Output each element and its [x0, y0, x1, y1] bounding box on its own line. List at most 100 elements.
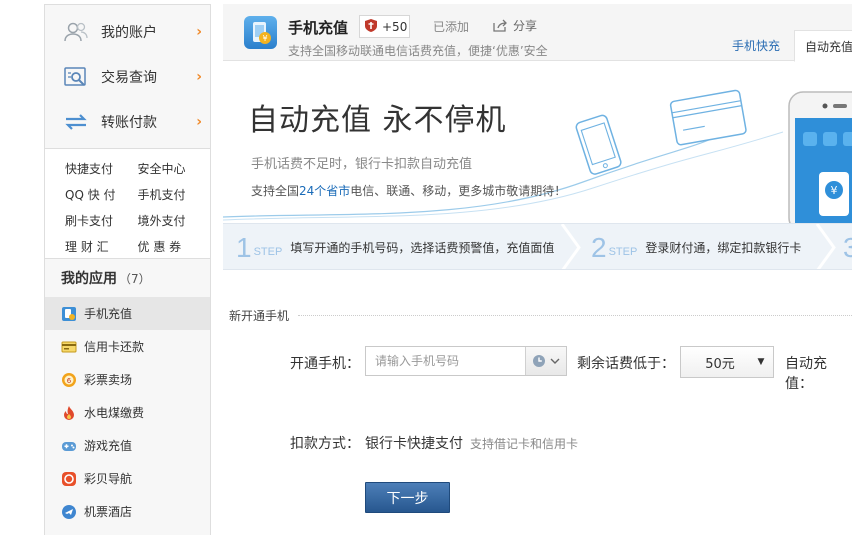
sidebar-main-nav: 我的账户 › 交易查询 › 转账付款 › — [45, 5, 210, 149]
quick-links-row: 刷卡支付 境外支付 — [65, 207, 210, 233]
quick-links-row: 理 财 汇 优 惠 券 — [65, 233, 210, 259]
app-item-plane-hotel[interactable]: 机票酒店 — [45, 495, 210, 528]
steps-bar: 1 STEP 填写开通的手机号码，选择话费预警值，充值面值 2 STEP 登录财… — [223, 223, 852, 270]
step-text: 填写开通的手机号码，选择话费预警值，充值面值 — [290, 241, 555, 255]
points-value: +50 — [382, 19, 408, 34]
app-item-credit-card[interactable]: 信用卡还款 — [45, 330, 210, 363]
banner-description: 手机话费不足时，银行卡扣款自动充值 — [251, 157, 473, 172]
clock-icon — [533, 355, 546, 367]
my-apps-list: 手机充值 信用卡还款 6 彩票卖场 水电煤缴费 游戏充值 彩贝导航 机票酒店 — [45, 297, 210, 528]
quick-links-row: 快捷支付 安全中心 — [65, 155, 210, 181]
caibei-icon — [61, 471, 77, 487]
share-label: 分享 — [513, 19, 538, 33]
app-label: 彩贝导航 — [84, 472, 133, 486]
tab-auto-recharge[interactable]: 自动充值 — [794, 30, 852, 62]
app-item-utility[interactable]: 水电煤缴费 — [45, 396, 210, 429]
next-step-button[interactable]: 下一步 — [365, 482, 450, 513]
app-label: 水电煤缴费 — [84, 406, 145, 420]
caret-down-icon: ▼ — [757, 357, 765, 367]
my-apps-heading: 我的应用 （7） — [45, 259, 210, 297]
sidebar: 我的账户 › 交易查询 › 转账付款 › 快捷支付 安全中心 QQ 快 付 手机… — [44, 4, 211, 535]
transfer-icon — [63, 110, 89, 134]
phone-history-dropdown[interactable] — [525, 347, 566, 375]
link-wealth[interactable]: 理 财 汇 — [65, 238, 138, 255]
my-apps-count: （7） — [119, 271, 151, 286]
utility-flame-icon — [61, 405, 77, 421]
section-title: 新开通手机 — [229, 309, 290, 323]
step-divider-icon — [815, 224, 836, 269]
step-label: STEP — [253, 245, 283, 258]
chevron-right-icon: › — [196, 113, 202, 130]
sidebar-item-label: 我的账户 — [101, 24, 157, 41]
step-number: 3 — [843, 232, 852, 264]
banner-title: 自动充值 永不停机 — [248, 103, 507, 138]
phone-recharge-icon — [61, 306, 77, 322]
link-mobile-pay[interactable]: 手机支付 — [138, 186, 211, 203]
svg-text:6: 6 — [67, 377, 72, 385]
step-label: STEP — [608, 245, 638, 258]
step-text: 登录财付通，绑定扣款银行卡 — [645, 241, 802, 255]
link-overseas-pay[interactable]: 境外支付 — [138, 212, 211, 229]
banner-coverage: 支持全国24个省市电信、联通、移动，更多城市敬请期待！ — [251, 182, 566, 199]
step-3: 3 — [843, 224, 852, 269]
search-record-icon — [63, 65, 89, 89]
added-status: 已添加 — [433, 20, 470, 34]
user-icon — [63, 20, 89, 44]
threshold-select[interactable]: 50元 ▼ — [680, 346, 774, 378]
deduct-hint: 支持借记卡和信用卡 — [470, 437, 579, 451]
credit-card-icon — [61, 339, 77, 355]
step-number: 2 — [591, 231, 607, 263]
promo-banner: ¥ 自动充值 永不停机 手机话费不足时，银行卡扣款自动充值 支持全国24个省市电… — [223, 62, 852, 223]
gamepad-icon — [61, 438, 77, 454]
link-quick-pay[interactable]: 快捷支付 — [65, 160, 138, 177]
main-content: ¥ 手机充值 +50 已添加 分享 支持全国移动联通电信话费充值，便捷‘优惠’安… — [223, 4, 852, 535]
app-item-phone-recharge[interactable]: 手机充值 — [45, 297, 210, 330]
page-subtitle: 支持全国移动联通电信话费充值，便捷‘优惠’安全 — [288, 44, 548, 58]
threshold-value: 50元 — [705, 356, 735, 372]
step-2: 2 STEP 登录财付通，绑定扣款银行卡 — [591, 224, 802, 269]
link-coupons[interactable]: 优 惠 券 — [138, 238, 211, 255]
step-1: 1 STEP 填写开通的手机号码，选择话费预警值，充值面值 — [236, 224, 555, 269]
banner-coverage-suffix: 电信、联通、移动，更多城市敬请期待！ — [350, 184, 567, 198]
app-label: 机票酒店 — [84, 505, 133, 519]
app-label: 彩票卖场 — [84, 373, 133, 387]
auto-recharge-label: 自动充值： — [785, 356, 827, 392]
app-label: 游戏充值 — [84, 439, 133, 453]
app-header: ¥ 手机充值 +50 已添加 分享 支持全国移动联通电信话费充值，便捷‘优惠’安… — [223, 4, 852, 62]
plane-hotel-icon — [61, 504, 77, 520]
phone-input-group — [365, 346, 567, 376]
banner-coverage-prefix: 支持全国 — [251, 184, 300, 198]
phone-label: 开通手机： — [290, 356, 360, 372]
points-badge[interactable]: +50 — [359, 15, 410, 38]
shield-icon — [364, 18, 378, 36]
phone-number-input[interactable] — [366, 347, 526, 375]
banner-coverage-highlight: 24个省市 — [299, 184, 351, 198]
svg-text:¥: ¥ — [262, 34, 267, 43]
app-item-game[interactable]: 游戏充值 — [45, 429, 210, 462]
my-apps-title: 我的应用 — [61, 271, 117, 287]
deduct-method: 银行卡快捷支付 — [365, 436, 463, 452]
step-divider-icon — [560, 224, 581, 269]
sidebar-item-my-account[interactable]: 我的账户 › — [45, 9, 210, 54]
sidebar-item-transfer[interactable]: 转账付款 › — [45, 99, 210, 144]
sidebar-item-transaction-query[interactable]: 交易查询 › — [45, 54, 210, 99]
page-title: 手机充值 — [288, 19, 349, 37]
tab-quick-recharge[interactable]: 手机快充 — [719, 30, 793, 61]
app-item-lottery[interactable]: 6 彩票卖场 — [45, 363, 210, 396]
link-security-center[interactable]: 安全中心 — [138, 160, 211, 177]
share-button[interactable]: 分享 — [493, 17, 537, 34]
sidebar-item-label: 转账付款 — [101, 114, 157, 131]
deduct-label: 扣款方式： — [290, 436, 360, 452]
lottery-icon: 6 — [61, 372, 77, 388]
chevron-right-icon: › — [196, 23, 202, 40]
sidebar-quick-links: 快捷支付 安全中心 QQ 快 付 手机支付 刷卡支付 境外支付 理 财 汇 优 … — [45, 149, 210, 259]
threshold-label: 剩余话费低于： — [577, 356, 675, 372]
link-card-pay[interactable]: 刷卡支付 — [65, 212, 138, 229]
link-qq-pay[interactable]: QQ 快 付 — [65, 186, 138, 203]
app-item-caibei[interactable]: 彩贝导航 — [45, 462, 210, 495]
section-divider — [298, 315, 852, 316]
svg-text:¥: ¥ — [831, 184, 838, 197]
phone-recharge-logo-icon: ¥ — [244, 16, 277, 49]
quick-links-row: QQ 快 付 手机支付 — [65, 181, 210, 207]
share-icon — [493, 19, 507, 32]
